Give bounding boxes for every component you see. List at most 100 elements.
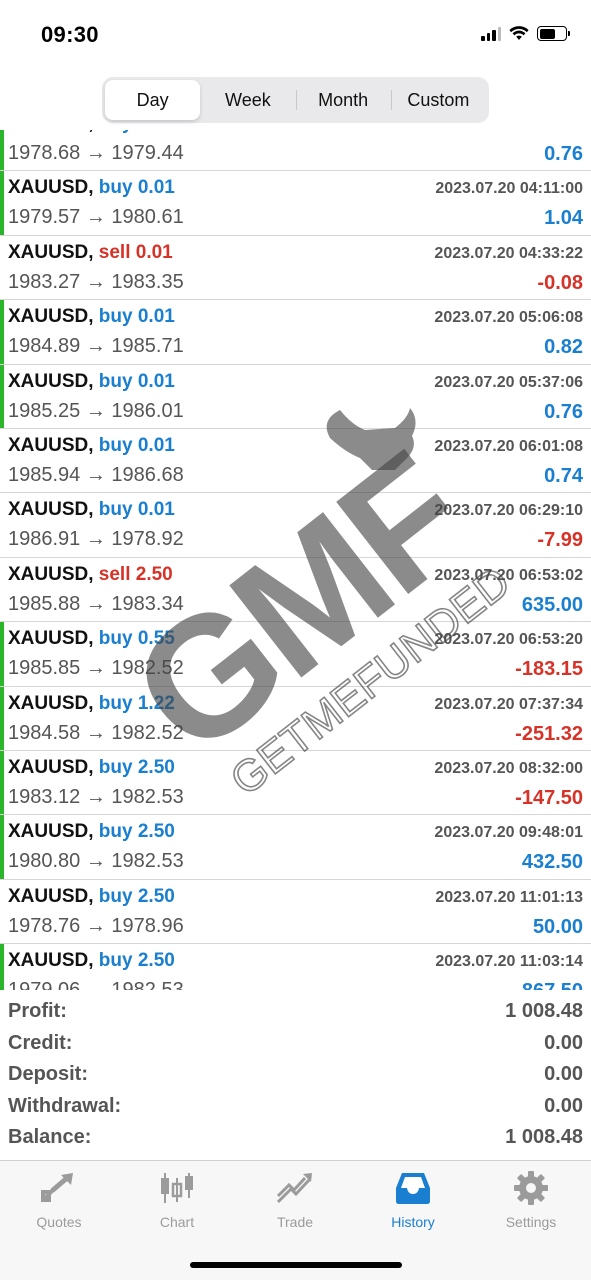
trade-history-list[interactable]: XAUUSD, buy 0.01 2023.07.20 03:55:10 1978.… <box>0 130 591 990</box>
tabbar-history[interactable]: History <box>354 1169 472 1230</box>
trade-title: XAUUSD, buy 0.55 <box>8 628 175 650</box>
position-indicator-bar <box>0 622 4 686</box>
tabbar-chart[interactable]: Chart <box>118 1169 236 1230</box>
trade-profit: 0.74 <box>544 464 583 487</box>
tabbar-label: Quotes <box>36 1214 82 1230</box>
chart-icon <box>118 1169 236 1207</box>
position-indicator-bar <box>0 300 4 364</box>
trade-prices: 1980.80 → 1982.53 <box>8 850 184 873</box>
trade-row[interactable]: XAUUSD, buy 0.01 2023.07.20 05:06:08 1984.… <box>0 300 591 365</box>
wifi-icon <box>509 26 529 40</box>
trade-prices: 1985.85 → 1982.52 <box>8 657 184 680</box>
trade-time: 2023.07.20 04:11:00 <box>435 180 583 198</box>
trade-prices: 1978.76 → 1978.96 <box>8 914 184 937</box>
trade-symbol: XAUUSD, <box>8 821 94 843</box>
trade-row[interactable]: XAUUSD, buy 0.01 2023.07.20 06:29:10 1986.… <box>0 493 591 558</box>
trade-title: XAUUSD, sell 0.01 <box>8 242 173 264</box>
trade-row[interactable]: XAUUSD, buy 2.50 2023.07.20 08:32:00 1983.… <box>0 750 591 816</box>
trade-row[interactable]: XAUUSD, buy 2.50 2023.07.20 11:03:14 1979.… <box>0 944 591 990</box>
trade-profit: 635.00 <box>521 593 583 616</box>
tabbar-trade[interactable]: Trade <box>236 1169 354 1230</box>
trade-prices: 1985.25 → 1986.01 <box>8 399 184 422</box>
trade-row[interactable]: XAUUSD, buy 0.01 2023.07.20 06:01:08 1985.… <box>0 429 591 494</box>
trade-row[interactable]: XAUUSD, buy 0.01 2023.07.20 04:11:00 1979.… <box>0 171 591 236</box>
trade-time: 2023.07.20 07:37:34 <box>434 695 583 713</box>
trade-time: 2023.07.20 09:48:01 <box>434 824 583 842</box>
trade-row[interactable]: XAUUSD, sell 2.50 2023.07.20 06:53:02 1985… <box>0 558 591 623</box>
trade-side-volume: buy 2.50 <box>98 950 175 972</box>
trade-profit: -147.50 <box>515 786 583 809</box>
trade-side-volume: buy 0.01 <box>98 499 175 521</box>
trade-profit: 432.50 <box>521 851 583 874</box>
history-icon <box>354 1169 472 1207</box>
trade-title: XAUUSD, buy 1.22 <box>8 693 175 715</box>
trade-side-volume: sell 0.01 <box>98 241 173 263</box>
trade-title: XAUUSD, buy 0.01 <box>8 499 175 521</box>
trade-side-volume: buy 0.01 <box>99 130 175 134</box>
trade-title: XAUUSD, buy 0.01 <box>8 306 175 328</box>
trade-side-volume: sell 2.50 <box>98 563 173 585</box>
trade-title: XAUUSD, buy 2.50 <box>8 950 175 972</box>
status-time: 09:30 <box>41 22 99 47</box>
trade-profit: 1.04 <box>544 207 583 230</box>
summary-label: Balance: <box>8 1126 92 1148</box>
summary-value: 0.00 <box>544 1094 583 1117</box>
trade-title: XAUUSD, buy 0.01 <box>8 371 175 393</box>
tab-week[interactable]: Week <box>200 80 295 120</box>
trade-profit: 50.00 <box>532 915 583 938</box>
trade-side-volume: buy 0.01 <box>98 434 175 456</box>
trade-side-volume: buy 2.50 <box>98 756 175 778</box>
trade-side-volume: buy 0.01 <box>98 306 175 328</box>
tabbar-quotes[interactable]: Quotes <box>0 1169 118 1230</box>
trade-row[interactable]: XAUUSD, buy 2.50 2023.07.20 09:48:01 1980.… <box>0 815 591 880</box>
trade-side-volume: buy 0.01 <box>98 177 175 199</box>
tab-custom[interactable]: Custom <box>390 80 486 120</box>
trade-row[interactable]: XAUUSD, sell 0.01 2023.07.20 04:33:22 1983… <box>0 236 591 301</box>
trade-profit: -7.99 <box>537 529 583 552</box>
trade-row[interactable]: XAUUSD, buy 0.55 2023.07.20 06:53:20 1985.… <box>0 622 591 687</box>
trade-time: 2023.07.20 05:06:08 <box>434 309 583 327</box>
home-indicator[interactable] <box>190 1262 402 1268</box>
summary-value: 0.00 <box>544 1031 583 1054</box>
position-indicator-bar <box>0 130 4 171</box>
trade-time: 2023.07.20 03:55:10 <box>434 130 583 134</box>
trade-time: 2023.07.20 06:53:20 <box>434 631 583 649</box>
trade-time: 2023.07.20 06:53:02 <box>434 566 583 584</box>
tabbar-label: Trade <box>276 1214 314 1230</box>
trade-icon <box>236 1169 354 1207</box>
trade-title: XAUUSD, buy 2.50 <box>8 757 175 779</box>
summary-value: 1 008.48 <box>505 1000 583 1022</box>
summary-value: 1 008.48 <box>505 1126 583 1148</box>
trade-title: XAUUSD, buy 0.01 <box>8 177 175 199</box>
trade-time: 2023.07.20 04:33:22 <box>434 244 583 262</box>
trade-row[interactable]: XAUUSD, buy 2.50 2023.07.20 11:01:13 1978.… <box>0 880 591 945</box>
trade-symbol: XAUUSD, <box>8 241 94 263</box>
tab-month[interactable]: Month <box>295 80 391 120</box>
position-indicator-bar <box>0 944 4 990</box>
summary-value: 0.00 <box>544 1063 583 1085</box>
trade-symbol: XAUUSD, <box>8 499 94 521</box>
trade-profit: -0.08 <box>537 271 583 294</box>
trade-time: 2023.07.20 06:01:08 <box>434 437 583 455</box>
trade-time: 2023.07.20 08:32:00 <box>434 759 583 777</box>
trade-row[interactable]: XAUUSD, buy 0.01 2023.07.20 03:55:10 1978.… <box>0 130 591 172</box>
trade-row[interactable]: XAUUSD, buy 1.22 2023.07.20 07:37:34 1984.… <box>0 686 591 751</box>
position-indicator-bar <box>0 171 4 235</box>
trade-symbol: XAUUSD, <box>8 628 94 650</box>
trade-side-volume: buy 0.01 <box>98 370 175 392</box>
settings-icon <box>472 1169 590 1207</box>
summary-row-withdrawal: Withdrawal: 0.00 <box>0 1092 591 1124</box>
trade-title: XAUUSD, buy 0.01 <box>8 130 175 135</box>
summary-row-deposit: Deposit: 0.00 <box>0 1060 591 1092</box>
tab-day[interactable]: Day <box>105 80 201 120</box>
summary-label: Withdrawal: <box>8 1094 122 1117</box>
tabbar-settings[interactable]: Settings <box>472 1169 590 1230</box>
quotes-icon <box>0 1169 118 1207</box>
trade-title: XAUUSD, buy 0.01 <box>8 435 175 457</box>
trade-row[interactable]: XAUUSD, buy 0.01 2023.07.20 05:37:06 1985.… <box>0 364 591 429</box>
trade-prices: 1984.58 → 1982.52 <box>8 721 184 744</box>
trade-symbol: XAUUSD, <box>8 370 94 392</box>
summary-row-balance: Balance: 1 008.48 <box>0 1123 591 1155</box>
trade-prices: 1985.94 → 1986.68 <box>8 463 184 486</box>
trade-prices: 1979.57 → 1980.61 <box>8 206 184 229</box>
